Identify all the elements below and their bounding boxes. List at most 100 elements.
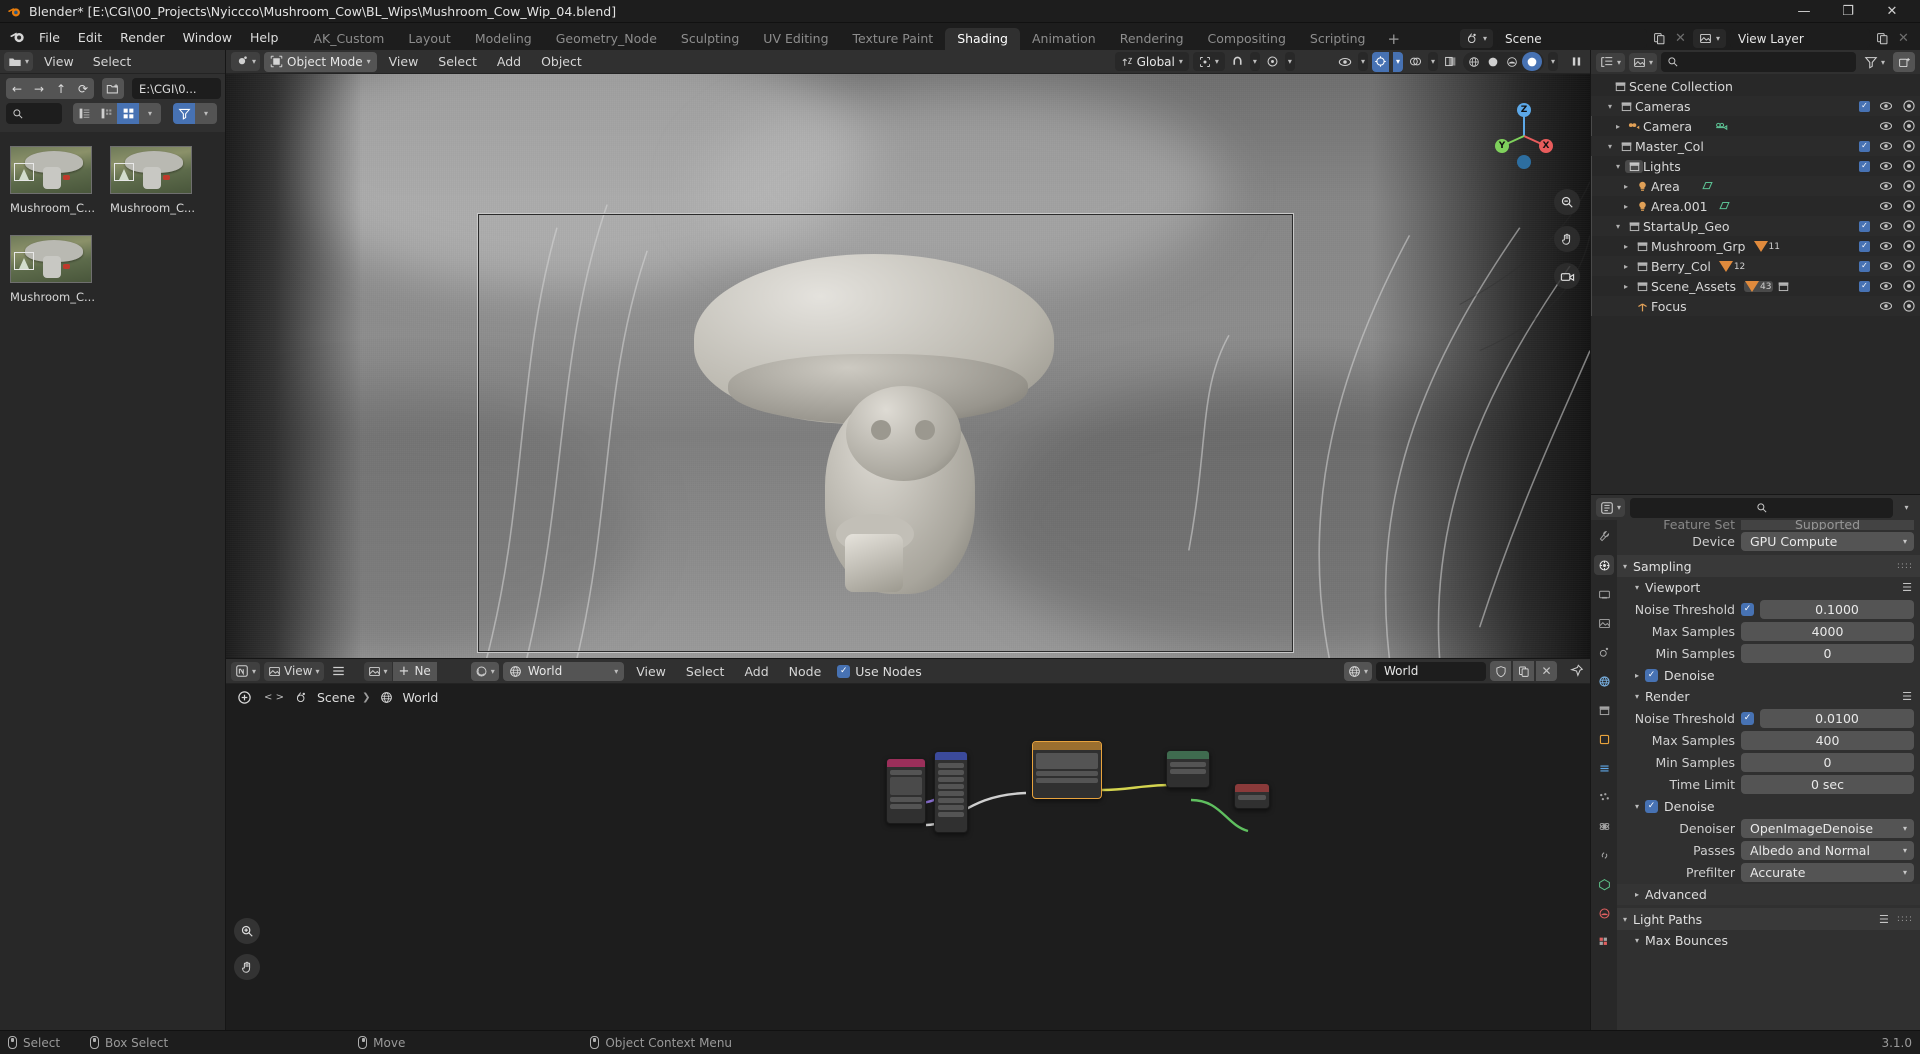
shader-menu-select[interactable]: Select	[678, 664, 733, 679]
snap-settings-dropdown[interactable]: ▾	[1249, 52, 1260, 71]
render-subsection-header[interactable]: ▾ Render ☰	[1617, 686, 1920, 707]
viewport-menu-select[interactable]: Select	[430, 54, 485, 69]
shader-type-label-button[interactable]: World ▾	[502, 661, 625, 681]
shader-menu-add[interactable]: Add	[736, 664, 776, 679]
outliner-row-area-001[interactable]: ▸ Area.001	[1591, 196, 1920, 216]
disable-in-renders-icon[interactable]	[1902, 119, 1916, 133]
viewport-denoise-row[interactable]: ▸ ✓ Denoise	[1617, 665, 1920, 686]
workspace-tab-layout[interactable]: Layout	[396, 28, 463, 50]
disable-in-renders-icon[interactable]	[1902, 279, 1916, 293]
asset-grid[interactable]: Mushroom_C... Mushroom_C... Mushroom_C..…	[0, 132, 225, 1030]
viewport-pause-icon[interactable]	[1568, 52, 1585, 71]
disable-in-renders-icon[interactable]	[1902, 179, 1916, 193]
outliner-editor-type-selector[interactable]: ▾	[1596, 52, 1626, 72]
outliner-row-focus[interactable]: Focus	[1591, 296, 1920, 316]
asset-item[interactable]: Mushroom_C...	[110, 146, 195, 215]
sampling-section-header[interactable]: ▾ Sampling ::::	[1617, 555, 1920, 577]
disclosure-triangle[interactable]: ▸	[1619, 242, 1633, 251]
filter-dropdown-icon[interactable]: ▾	[195, 103, 217, 124]
exclude-checkbox[interactable]: ✓	[1859, 100, 1870, 112]
outliner-row-area[interactable]: ▸ Area	[1591, 176, 1920, 196]
viewlayer-browse-button[interactable]: ▾	[1692, 29, 1726, 48]
tab-scene[interactable]	[1594, 642, 1614, 662]
shading-wireframe-icon[interactable]	[1465, 52, 1484, 71]
shader-type-selector[interactable]: ▾	[470, 661, 499, 681]
feature-set-row[interactable]: Feature Set Supported	[1617, 520, 1914, 530]
outliner-search-input[interactable]	[1661, 52, 1856, 72]
shader-pan-icon[interactable]	[234, 954, 260, 980]
camera-view-icon[interactable]	[1554, 263, 1580, 289]
asset-item[interactable]: Mushroom_C...	[10, 235, 95, 304]
hide-in-viewport-icon[interactable]	[1879, 119, 1893, 133]
outliner-row-camera[interactable]: ▸ Camera	[1591, 116, 1920, 136]
exclude-checkbox[interactable]: ✓	[1859, 240, 1870, 252]
gizmo-axis-z-negative[interactable]	[1517, 155, 1531, 169]
render-noise-threshold-row[interactable]: Noise Threshold ✓ 0.0100	[1617, 708, 1914, 729]
pan-view-icon[interactable]	[1554, 226, 1580, 252]
proportional-edit-icon[interactable]	[1264, 52, 1281, 71]
sidebar-toggle-icon[interactable]: < >	[263, 688, 285, 707]
new-image-button[interactable]: + Ne	[392, 661, 437, 681]
exclude-checkbox[interactable]: ✓	[1859, 280, 1870, 292]
disclosure-triangle[interactable]: ▸	[1611, 122, 1625, 131]
viewport-editor-type-selector[interactable]: ▾	[231, 52, 261, 71]
prefilter-value[interactable]: Accurate ▾	[1741, 863, 1914, 882]
outliner-row-berry-col[interactable]: ▸ Berry_Col 12 ✓	[1591, 256, 1920, 276]
nav-up-icon[interactable]: ↑	[50, 78, 72, 99]
gizmo-axis-x[interactable]: X	[1539, 139, 1553, 153]
workspace-tab-ak-custom[interactable]: AK_Custom	[301, 28, 396, 50]
exclude-checkbox[interactable]: ✓	[1859, 260, 1870, 272]
overlays-icon[interactable]	[1407, 52, 1424, 71]
scene-name-field[interactable]: Scene	[1496, 29, 1647, 48]
new-folder-icon[interactable]	[102, 78, 124, 99]
outliner-row-master-col[interactable]: ▾ Master_Col ✓	[1591, 136, 1920, 156]
viewport-denoise-checkbox[interactable]: ✓	[1645, 669, 1659, 682]
render-time-limit-row[interactable]: Time Limit 0 sec	[1617, 774, 1914, 795]
xray-toggle-icon[interactable]	[1442, 52, 1459, 71]
denoiser-value[interactable]: OpenImageDenoise ▾	[1741, 819, 1914, 838]
render-denoise-checkbox[interactable]: ✓	[1645, 800, 1659, 813]
outliner-row-scene-collection[interactable]: Scene Collection	[1591, 76, 1920, 96]
disable-in-renders-icon[interactable]	[1902, 259, 1916, 273]
outliner-display-mode-selector[interactable]: ▾	[1629, 52, 1658, 72]
navigation-gizmo[interactable]: Z X Y	[1488, 100, 1560, 172]
shader-node[interactable]	[1234, 783, 1270, 809]
tab-object-data[interactable]	[1594, 874, 1614, 894]
use-nodes-checkbox[interactable]: ✓	[837, 664, 851, 678]
passes-row[interactable]: Passes Albedo and Normal ▾	[1617, 840, 1914, 861]
nav-forward-icon[interactable]: →	[28, 78, 50, 99]
outliner-row-scene-assets[interactable]: ▸ Scene_Assets 43 ✓	[1591, 276, 1920, 296]
menu-help[interactable]: Help	[241, 27, 288, 49]
workspace-tab-uv-editing[interactable]: UV Editing	[751, 28, 840, 50]
disable-in-renders-icon[interactable]	[1902, 219, 1916, 233]
outliner-row-mushroom-grp[interactable]: ▸ Mushroom_Grp 11 ✓	[1591, 236, 1920, 256]
tab-texture[interactable]	[1594, 932, 1614, 952]
snap-magnet-icon[interactable]	[1229, 52, 1246, 71]
tab-output[interactable]	[1594, 584, 1614, 604]
new-scene-icon[interactable]	[1651, 29, 1668, 48]
gizmo-dropdown[interactable]: ▾	[1392, 51, 1403, 72]
exclude-checkbox[interactable]: ✓	[1859, 140, 1870, 152]
drag-handle-dots[interactable]: ::::	[1897, 561, 1913, 571]
shading-solid-icon[interactable]	[1484, 52, 1503, 71]
use-nodes-toggle[interactable]: ✓ Use Nodes	[837, 664, 922, 679]
viewport-3d[interactable]: Z X Y	[226, 74, 1590, 658]
shader-node[interactable]	[1166, 750, 1210, 788]
light-paths-section-header[interactable]: ▾ Light Paths ☰ ::::	[1617, 908, 1920, 930]
overlays-dropdown[interactable]: ▾	[1427, 52, 1438, 71]
tab-particles[interactable]	[1594, 787, 1614, 807]
workspace-tab-texture-paint[interactable]: Texture Paint	[841, 28, 946, 50]
workspace-tab-modeling[interactable]: Modeling	[463, 28, 544, 50]
hide-in-viewport-icon[interactable]	[1879, 179, 1893, 193]
render-max-samples-value[interactable]: 400	[1741, 731, 1914, 750]
hide-in-viewport-icon[interactable]	[1879, 99, 1893, 113]
gizmo-axis-z[interactable]: Z	[1517, 103, 1531, 117]
render-max-samples-row[interactable]: Max Samples 400	[1617, 730, 1914, 751]
properties-options-chevron-icon[interactable]: ▾	[1898, 498, 1915, 517]
world-datablock-browse-button[interactable]: ▾	[1343, 661, 1372, 681]
gizmo-icon[interactable]	[1371, 51, 1389, 72]
render-time-limit-value[interactable]: 0 sec	[1741, 775, 1914, 794]
viewport-noise-threshold-checkbox[interactable]: ✓	[1741, 603, 1754, 616]
add-node-icon[interactable]	[232, 688, 256, 707]
file-search-input[interactable]	[6, 103, 62, 124]
